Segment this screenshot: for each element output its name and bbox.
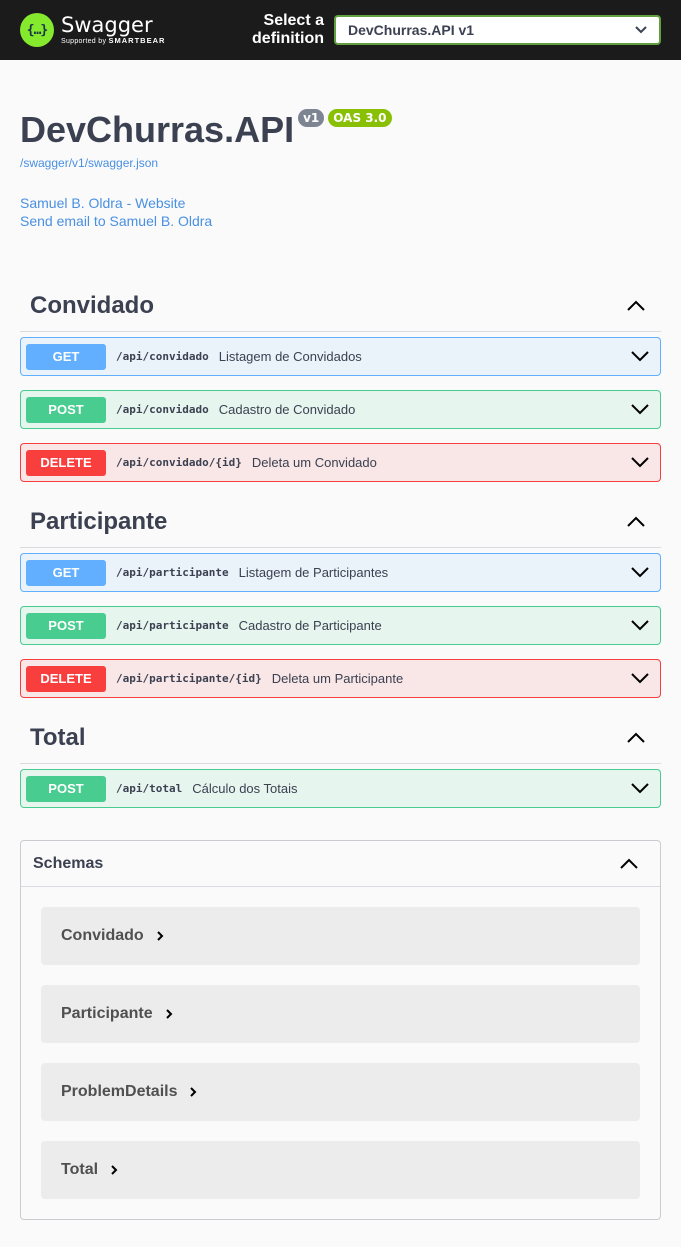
chevron-down-icon[interactable] — [631, 673, 649, 684]
chevron-up-icon[interactable] — [627, 516, 645, 527]
schema-model[interactable]: Participante — [41, 985, 640, 1043]
chevron-right-icon — [165, 1008, 173, 1020]
method-badge: POST — [26, 775, 106, 802]
select-definition-label: Select a definition — [252, 12, 324, 48]
chevron-up-icon[interactable] — [620, 858, 638, 869]
schemas-body: Convidado Participante ProblemDetails Total — [21, 887, 660, 1199]
select-label-line2: definition — [252, 30, 324, 47]
selected-definition: DevChurras.API v1 — [348, 22, 475, 38]
model-name: Participante — [61, 1005, 153, 1022]
method-badge: POST — [26, 612, 106, 639]
model-name: Total — [61, 1161, 99, 1178]
schema-model[interactable]: Total — [41, 1141, 640, 1199]
topbar: {…} Swagger Supported by SMARTBEAR Selec… — [0, 0, 681, 60]
method-badge: DELETE — [26, 449, 106, 476]
operation-summary: Cadastro de Participante — [238, 618, 382, 633]
tag-name: Total — [30, 723, 86, 751]
definition-selector: Select a definition DevChurras.API v1 — [252, 12, 661, 48]
opblock-get[interactable]: GET/api/convidado Listagem de Convidados — [20, 337, 661, 376]
chevron-down-icon[interactable] — [631, 567, 649, 578]
brand-subtitle: Supported by SMARTBEAR — [61, 36, 165, 46]
operation-summary: Deleta um Participante — [271, 671, 404, 686]
spec-json-link[interactable]: /swagger/v1/swagger.json — [20, 156, 661, 170]
chevron-up-icon[interactable] — [627, 732, 645, 743]
brand-sub-company: SMARTBEAR — [108, 36, 166, 45]
method-badge: GET — [26, 559, 106, 586]
tag-name: Participante — [30, 507, 168, 535]
chevron-right-icon — [110, 1164, 118, 1176]
definition-select[interactable]: DevChurras.API v1 — [334, 15, 661, 45]
chevron-right-icon — [156, 930, 164, 942]
schemas-header[interactable]: Schemas — [21, 841, 660, 887]
schemas-section: Schemas Convidado Participante ProblemDeta… — [20, 840, 661, 1220]
chevron-right-icon — [189, 1086, 197, 1098]
contact-website-link[interactable]: Samuel B. Oldra - Website — [20, 194, 661, 212]
api-info: DevChurras.API v1 OAS 3.0 /swagger/v1/sw… — [0, 60, 681, 230]
chevron-down-icon[interactable] — [631, 783, 649, 794]
version-badge: v1 — [298, 109, 325, 127]
tag-section-participante: Participante GET/api/participante Listagem… — [0, 496, 681, 698]
operation-path: /api/participante/{id} — [116, 672, 262, 685]
operation-path: /api/total — [116, 782, 183, 795]
chevron-up-icon[interactable] — [627, 300, 645, 311]
chevron-down-icon[interactable] — [631, 620, 649, 631]
schema-model[interactable]: ProblemDetails — [41, 1063, 640, 1121]
chevron-down-icon — [635, 26, 647, 34]
operation-path: /api/participante — [116, 566, 229, 579]
model-name: Convidado — [61, 927, 144, 944]
contact-info: Samuel B. Oldra - Website Send email to … — [20, 194, 661, 230]
operation-path: /api/participante — [116, 619, 229, 632]
opblock-get[interactable]: GET/api/participante Listagem de Particip… — [20, 553, 661, 592]
tag-header[interactable]: Total — [20, 712, 661, 764]
swagger-logo-icon: {…} — [20, 13, 54, 47]
oas-badge: OAS 3.0 — [328, 109, 392, 127]
title-row: DevChurras.API v1 OAS 3.0 — [20, 109, 661, 150]
swagger-brand[interactable]: {…} Swagger Supported by SMARTBEAR — [20, 13, 165, 47]
chevron-down-icon[interactable] — [631, 404, 649, 415]
tag-section-convidado: Convidado GET/api/convidado Listagem de Co… — [0, 280, 681, 482]
operation-summary: Cálculo dos Totais — [192, 781, 298, 796]
method-badge: GET — [26, 343, 106, 370]
opblock-delete[interactable]: DELETE/api/participante/{id} Deleta um Pa… — [20, 659, 661, 698]
schema-model[interactable]: Convidado — [41, 907, 640, 965]
model-name: ProblemDetails — [61, 1083, 178, 1100]
opblock-delete[interactable]: DELETE/api/convidado/{id} Deleta um Convi… — [20, 443, 661, 482]
operation-summary: Cadastro de Convidado — [218, 402, 356, 417]
tag-header[interactable]: Participante — [20, 496, 661, 548]
contact-email-link[interactable]: Send email to Samuel B. Oldra — [20, 212, 661, 230]
select-label-line1: Select a — [263, 12, 324, 29]
method-badge: DELETE — [26, 665, 106, 692]
brand-text: Swagger Supported by SMARTBEAR — [61, 14, 165, 46]
brand-name: Swagger — [61, 13, 153, 37]
operation-path: /api/convidado — [116, 350, 209, 363]
chevron-down-icon[interactable] — [631, 351, 649, 362]
opblock-post[interactable]: POST/api/participante Cadastro de Partici… — [20, 606, 661, 645]
operation-path: /api/convidado/{id} — [116, 456, 242, 469]
method-badge: POST — [26, 396, 106, 423]
brand-sub-prefix: Supported by — [61, 38, 107, 45]
schemas-title: Schemas — [33, 854, 104, 872]
opblock-post[interactable]: POST/api/total Cálculo dos Totais — [20, 769, 661, 808]
operation-summary: Listagem de Participantes — [238, 565, 389, 580]
page-title: DevChurras.API — [20, 109, 295, 150]
tag-header[interactable]: Convidado — [20, 280, 661, 332]
operations-container: Convidado GET/api/convidado Listagem de Co… — [0, 280, 681, 808]
opblock-post[interactable]: POST/api/convidado Cadastro de Convidado — [20, 390, 661, 429]
tag-name: Convidado — [30, 291, 154, 319]
operation-path: /api/convidado — [116, 403, 209, 416]
tag-section-total: Total POST/api/total Cálculo dos Totais — [0, 712, 681, 808]
operation-summary: Deleta um Convidado — [251, 455, 377, 470]
chevron-down-icon[interactable] — [631, 457, 649, 468]
operation-summary: Listagem de Convidados — [218, 349, 362, 364]
